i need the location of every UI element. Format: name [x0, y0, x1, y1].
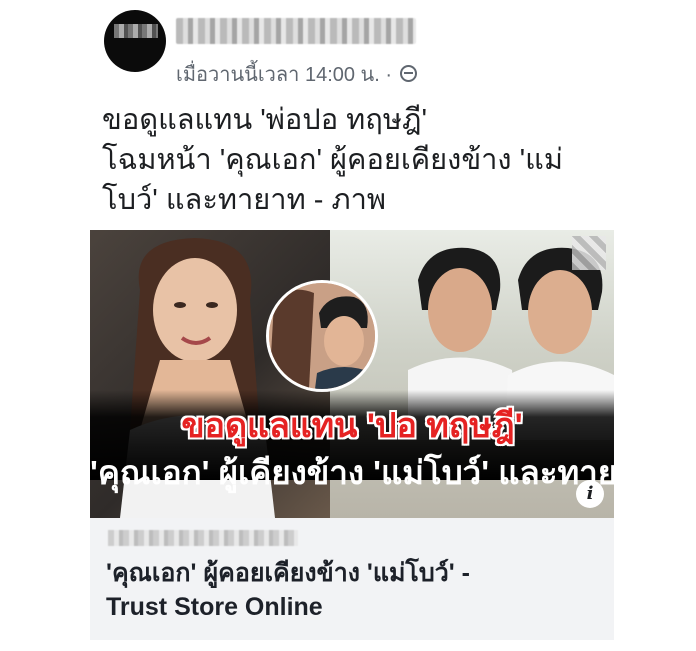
- inset-photo-circle: [266, 280, 378, 392]
- link-title-line: 'คุณเอก' ผู้คอยเคียงข้าง 'แม่โบว์' -: [106, 559, 470, 587]
- post-meta: เมื่อวานนี้เวลา 14:00 น. ·: [176, 58, 417, 90]
- image-headline-red: ขอดูแลแทน 'ปอ ทฤษฎี': [181, 407, 523, 445]
- watermark-blur: [572, 236, 606, 270]
- post-text-line: โบว์' และทายาท - ภาพ: [102, 184, 386, 216]
- post-header: เมื่อวานนี้เวลา 14:00 น. ·: [104, 10, 624, 90]
- link-preview-image[interactable]: ขอดูแลแทน 'ปอ ทฤษฎี' 'คุณเอก' ผู้เคียงข้…: [90, 230, 614, 518]
- avatar-blur: [114, 24, 158, 38]
- link-card-footer[interactable]: 'คุณเอก' ผู้คอยเคียงข้าง 'แม่โบว์' - Tru…: [90, 518, 614, 640]
- post-text-line: โฉมหน้า 'คุณเอก' ผู้คอยเคียงข้าง 'แม่: [102, 144, 563, 176]
- info-icon[interactable]: i: [576, 480, 604, 508]
- post-text-line: ขอดูแลแทน 'พ่อปอ ทฤษฎี': [102, 104, 427, 136]
- link-title-line: Trust Store Online: [106, 593, 323, 621]
- page-avatar[interactable]: [104, 10, 166, 72]
- post-text: ขอดูแลแทน 'พ่อปอ ทฤษฎี' โฉมหน้า 'คุณเอก'…: [102, 100, 622, 220]
- link-title[interactable]: 'คุณเอก' ผู้คอยเคียงข้าง 'แม่โบว์' - Tru…: [106, 556, 606, 624]
- link-domain-blurred: [108, 530, 298, 546]
- globe-icon: [399, 65, 417, 82]
- page-name-blurred[interactable]: [176, 18, 416, 44]
- meta-separator: ·: [385, 64, 393, 86]
- link-preview-card[interactable]: ขอดูแลแทน 'ปอ ทฤษฎี' 'คุณเอก' ผู้เคียงข้…: [90, 230, 614, 640]
- inset-photo: [269, 283, 375, 389]
- image-headline-white: 'คุณเอก' ผู้เคียงข้าง 'แม่โบว์' และทายาท: [90, 454, 614, 491]
- post-timestamp[interactable]: เมื่อวานนี้เวลา 14:00 น.: [176, 64, 380, 86]
